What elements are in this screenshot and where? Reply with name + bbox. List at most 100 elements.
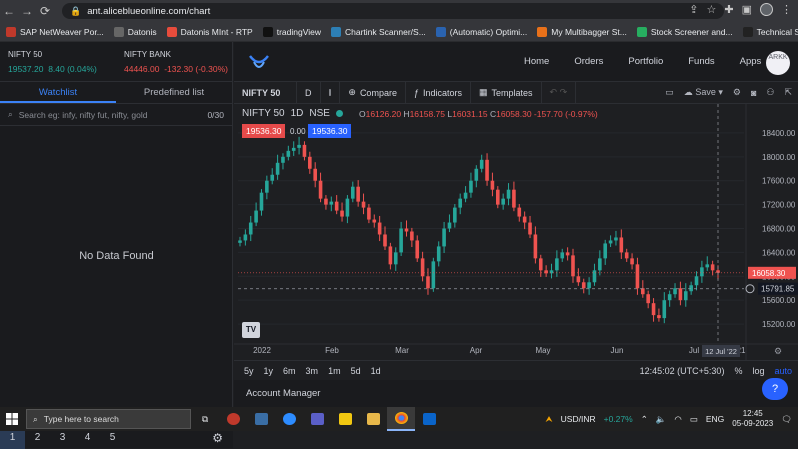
candle-body	[587, 282, 591, 289]
back-icon[interactable]: ←	[0, 2, 18, 20]
compare-label: Compare	[359, 87, 397, 98]
nav-portfolio[interactable]: Portfolio	[628, 56, 663, 67]
bookmark-icon	[113, 26, 124, 37]
address-bar[interactable]: 🔒 ant.aliceblueonline.com/chart	[62, 3, 724, 19]
taskbar-search-input[interactable]: Type here to search	[44, 414, 119, 424]
menu-icon[interactable]: ⋮	[781, 3, 792, 16]
tf-6m[interactable]: 6m	[283, 366, 296, 376]
symbol-selector[interactable]: NIFTY 50	[234, 81, 297, 104]
avatar[interactable]: ARKK	[766, 51, 790, 75]
candle-body	[254, 210, 258, 223]
logo-icon[interactable]	[248, 52, 270, 72]
bookmark-item[interactable]: tradingView	[262, 26, 321, 37]
candle-body	[485, 159, 489, 181]
candle-body	[592, 270, 597, 283]
ticker-change: +0.27%	[603, 414, 633, 424]
save-button[interactable]: ☁ Save ▾	[684, 87, 723, 98]
tray-chevron-icon[interactable]: ⌃	[641, 414, 648, 425]
user-settings-icon[interactable]: ⚇	[766, 87, 774, 98]
bookmark-item[interactable]: Datonis	[113, 26, 157, 37]
indicators-button[interactable]: ƒ Indicators	[406, 81, 471, 104]
nav-orders[interactable]: Orders	[574, 56, 603, 67]
teams-icon[interactable]	[303, 407, 331, 431]
nav-funds[interactable]: Funds	[688, 56, 714, 67]
chart-settings-icon: ⚙	[774, 346, 782, 356]
calculator-icon[interactable]	[247, 407, 275, 431]
sidebar-icon[interactable]: ▣	[742, 3, 752, 16]
forward-icon[interactable]: →	[18, 2, 36, 20]
tf-1d[interactable]: 1d	[371, 366, 381, 376]
reload-icon[interactable]: ⟳	[36, 2, 54, 20]
task-view-icon[interactable]: ⧉	[191, 407, 219, 431]
taskbar-clock[interactable]: 12:45 05-09-2023	[732, 409, 773, 429]
taskbar-search[interactable]: ⌕ Type here to search	[26, 409, 191, 429]
gear-icon[interactable]: ⚙	[733, 87, 741, 98]
bookmark-icon	[636, 26, 647, 37]
zoom-icon[interactable]	[275, 407, 303, 431]
tf-5y[interactable]: 5y	[244, 366, 254, 376]
nav-apps[interactable]: Apps	[740, 56, 762, 67]
search-input[interactable]: Search eg: infy, nifty fut, nifty, gold	[19, 110, 148, 120]
tf-5d[interactable]: 5d	[351, 366, 361, 376]
popout-icon[interactable]: ⇱	[784, 87, 792, 98]
notifications-icon[interactable]: 🗨	[781, 414, 792, 425]
help-icon[interactable]: ?	[762, 378, 788, 400]
chrome-icon[interactable]	[387, 407, 415, 431]
powerbi-icon[interactable]	[331, 407, 359, 431]
profile-avatar[interactable]	[760, 3, 773, 16]
bookmark-item[interactable]: (Automatic) Optimi...	[435, 26, 527, 37]
candle-body	[689, 285, 693, 292]
index-niftybank[interactable]: NIFTY BANK 44446.00 -132.30 (-0.30%)	[116, 42, 232, 81]
auto-toggle[interactable]: auto	[774, 366, 792, 376]
extensions-icon[interactable]: ✚	[724, 3, 733, 16]
chart-type-icon[interactable]: ⫾	[321, 81, 341, 104]
gear-icon[interactable]: ⚙	[212, 431, 223, 445]
tf-1m[interactable]: 1m	[328, 366, 341, 376]
ticker-icon: ⮝	[545, 413, 553, 424]
log-toggle[interactable]: log	[752, 366, 764, 376]
chart-exchange: NSE	[309, 108, 330, 119]
bookmark-item[interactable]: Technical Stock Scr...	[742, 26, 798, 37]
timeframe-bar: 5y 1y 6m 3m 1m 5d 1d 12:45:02 (UTC+5:30)…	[234, 360, 798, 380]
chart-area[interactable]: 15200.0015600.0016000.0016400.0016800.00…	[234, 104, 798, 360]
share-icon[interactable]: ⇪	[689, 3, 698, 16]
bookmark-item[interactable]: SAP NetWeaver Por...	[6, 26, 104, 37]
tf-3m[interactable]: 3m	[306, 366, 319, 376]
sell-price-button[interactable]: 19536.30	[242, 124, 286, 138]
interval-selector[interactable]: D	[297, 81, 321, 104]
buy-price-button[interactable]: 19536.30	[308, 124, 352, 138]
candle-body	[286, 150, 291, 157]
bookmark-item[interactable]: Stock Screener and...	[636, 26, 733, 37]
star-icon[interactable]: ☆	[707, 3, 717, 16]
nav-home[interactable]: Home	[524, 56, 549, 67]
app-icon-1[interactable]	[219, 407, 247, 431]
volume-icon[interactable]: 🔈	[656, 414, 667, 425]
file-explorer-icon[interactable]	[359, 407, 387, 431]
windows-start-icon[interactable]	[0, 407, 24, 431]
bookmark-item[interactable]: My Multibagger St...	[537, 26, 627, 37]
undo-icon[interactable]: ↶ ↷	[542, 81, 577, 104]
language-indicator[interactable]: ENG	[706, 414, 724, 424]
x-tick-label: Apr	[470, 346, 483, 355]
layout-icon[interactable]: ▭	[665, 87, 674, 98]
candlestick-chart[interactable]: 15200.0015600.0016000.0016400.0016800.00…	[234, 104, 798, 360]
bookmark-item[interactable]: Chartink Scanner/S...	[331, 26, 426, 37]
outlook-icon[interactable]	[415, 407, 443, 431]
templates-button[interactable]: ▦ Templates	[471, 81, 542, 104]
account-manager-bar[interactable]: Account Manager	[234, 380, 798, 407]
index-nifty50[interactable]: NIFTY 50 19537.20 8.40 (0.04%)	[0, 42, 116, 81]
battery-icon[interactable]: ▭	[690, 414, 698, 425]
camera-icon[interactable]: ◙	[751, 88, 756, 98]
tab-predefined-list[interactable]: Predefined list	[116, 82, 232, 103]
candle-body	[495, 189, 500, 205]
watchlist-search[interactable]: ⌕ Search eg: infy, nifty fut, nifty, gol…	[0, 104, 232, 126]
candle-body	[608, 240, 613, 244]
compare-button[interactable]: ⊕ Compare	[340, 81, 406, 104]
candle-body	[388, 246, 393, 265]
candle-body	[291, 147, 296, 151]
tab-watchlist[interactable]: Watchlist	[0, 82, 116, 103]
percent-toggle[interactable]: %	[734, 366, 742, 376]
wifi-icon[interactable]: ◠	[674, 414, 681, 425]
bookmark-item[interactable]: Datonis MInt - RTP	[166, 26, 253, 37]
tf-1y[interactable]: 1y	[264, 366, 274, 376]
